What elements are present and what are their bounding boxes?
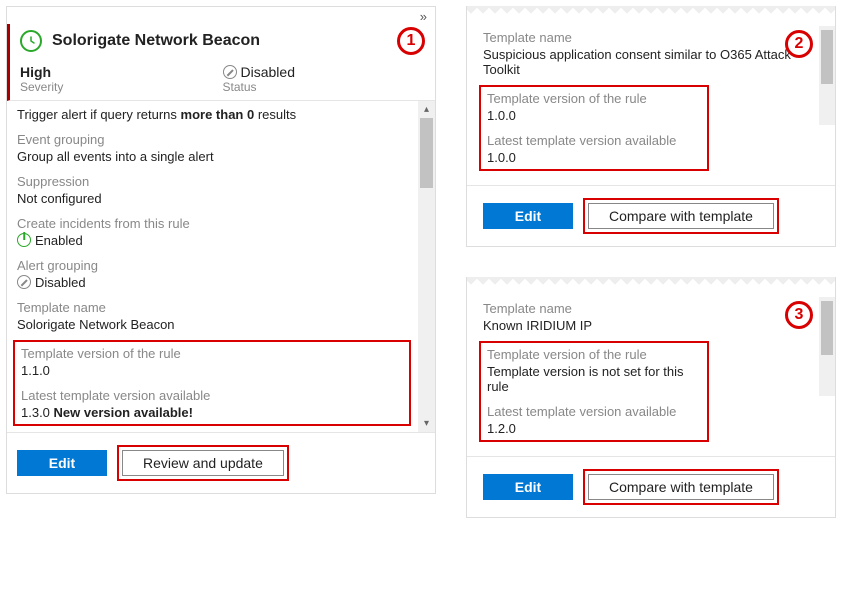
disabled-icon bbox=[17, 275, 31, 289]
panel-title: Solorigate Network Beacon bbox=[52, 32, 260, 50]
rule-details-panel: » Solorigate Network Beacon 1 High Sever… bbox=[6, 6, 436, 494]
event-grouping-label: Event grouping bbox=[17, 132, 435, 147]
template-card-2: 2 Template name Suspicious application c… bbox=[466, 6, 836, 247]
version-rule-label: Template version of the rule bbox=[487, 347, 701, 362]
template-name-label: Template name bbox=[17, 300, 435, 315]
event-grouping-value: Group all events into a single alert bbox=[17, 149, 435, 164]
callout-badge-2: 2 bbox=[785, 30, 813, 58]
version-latest-label: Latest template version available bbox=[487, 133, 701, 148]
panel-footer: Edit Review and update bbox=[7, 432, 435, 493]
version-rule-value: 1.1.0 bbox=[21, 363, 403, 378]
template-name-value: Suspicious application consent similar t… bbox=[483, 47, 801, 77]
version-latest-value: 1.0.0 bbox=[487, 150, 701, 165]
template-card-3: 3 Template name Known IRIDIUM IP Templat… bbox=[466, 277, 836, 518]
version-rule-label: Template version of the rule bbox=[487, 91, 701, 106]
trigger-text: Trigger alert if query returns more than… bbox=[17, 107, 435, 122]
severity-value: High bbox=[20, 64, 223, 80]
template-name-value: Solorigate Network Beacon bbox=[17, 317, 435, 332]
version-rule-label: Template version of the rule bbox=[21, 346, 403, 361]
panel-header: Solorigate Network Beacon 1 bbox=[7, 24, 435, 62]
status-value: Disabled bbox=[223, 64, 426, 80]
suppression-value: Not configured bbox=[17, 191, 435, 206]
scroll-up-icon[interactable]: ▴ bbox=[418, 101, 435, 118]
edit-button[interactable]: Edit bbox=[17, 450, 107, 476]
compare-highlight: Compare with template bbox=[583, 198, 779, 234]
clock-icon bbox=[20, 30, 42, 52]
scroll-thumb[interactable] bbox=[821, 30, 833, 84]
card-footer: Edit Compare with template bbox=[467, 456, 835, 517]
callout-badge-3: 3 bbox=[785, 301, 813, 329]
create-incidents-value: Enabled bbox=[17, 233, 435, 248]
compare-highlight: Compare with template bbox=[583, 469, 779, 505]
create-incidents-label: Create incidents from this rule bbox=[17, 216, 435, 231]
scrollbar[interactable]: ▴ ▾ bbox=[418, 101, 435, 432]
scroll-down-icon[interactable]: ▾ bbox=[418, 415, 435, 432]
template-name-value: Known IRIDIUM IP bbox=[483, 318, 819, 333]
panel-body: ▴ ▾ Trigger alert if query returns more … bbox=[7, 101, 435, 432]
torn-edge bbox=[467, 6, 835, 16]
alert-grouping-label: Alert grouping bbox=[17, 258, 435, 273]
template-name-label: Template name bbox=[483, 301, 819, 316]
scroll-thumb[interactable] bbox=[821, 301, 833, 355]
alert-grouping-value: Disabled bbox=[17, 275, 435, 290]
scrollbar[interactable] bbox=[819, 297, 835, 396]
template-name-label: Template name bbox=[483, 30, 819, 45]
review-and-update-button[interactable]: Review and update bbox=[122, 450, 284, 476]
version-highlight: Template version of the rule 1.1.0 Lates… bbox=[13, 340, 411, 426]
power-icon bbox=[17, 233, 31, 247]
callout-badge-1: 1 bbox=[397, 27, 425, 55]
status-label: Status bbox=[223, 80, 426, 94]
edit-button[interactable]: Edit bbox=[483, 203, 573, 229]
severity-label: Severity bbox=[20, 80, 223, 94]
scrollbar[interactable] bbox=[819, 26, 835, 125]
version-rule-value: 1.0.0 bbox=[487, 108, 701, 123]
collapse-icon[interactable]: » bbox=[420, 9, 427, 24]
version-highlight: Template version of the rule 1.0.0 Lates… bbox=[479, 85, 709, 171]
suppression-label: Suppression bbox=[17, 174, 435, 189]
torn-edge bbox=[467, 277, 835, 287]
scroll-thumb[interactable] bbox=[420, 118, 433, 188]
panel-meta: High Severity Disabled Status bbox=[7, 62, 435, 101]
edit-button[interactable]: Edit bbox=[483, 474, 573, 500]
version-latest-value: 1.3.0 New version available! bbox=[21, 405, 403, 420]
version-latest-label: Latest template version available bbox=[487, 404, 701, 419]
card-footer: Edit Compare with template bbox=[467, 185, 835, 246]
compare-with-template-button[interactable]: Compare with template bbox=[588, 203, 774, 229]
version-highlight: Template version of the rule Template ve… bbox=[479, 341, 709, 442]
review-highlight: Review and update bbox=[117, 445, 289, 481]
compare-with-template-button[interactable]: Compare with template bbox=[588, 474, 774, 500]
version-latest-label: Latest template version available bbox=[21, 388, 403, 403]
disabled-icon bbox=[223, 65, 237, 79]
version-rule-value: Template version is not set for this rul… bbox=[487, 364, 701, 394]
version-latest-value: 1.2.0 bbox=[487, 421, 701, 436]
